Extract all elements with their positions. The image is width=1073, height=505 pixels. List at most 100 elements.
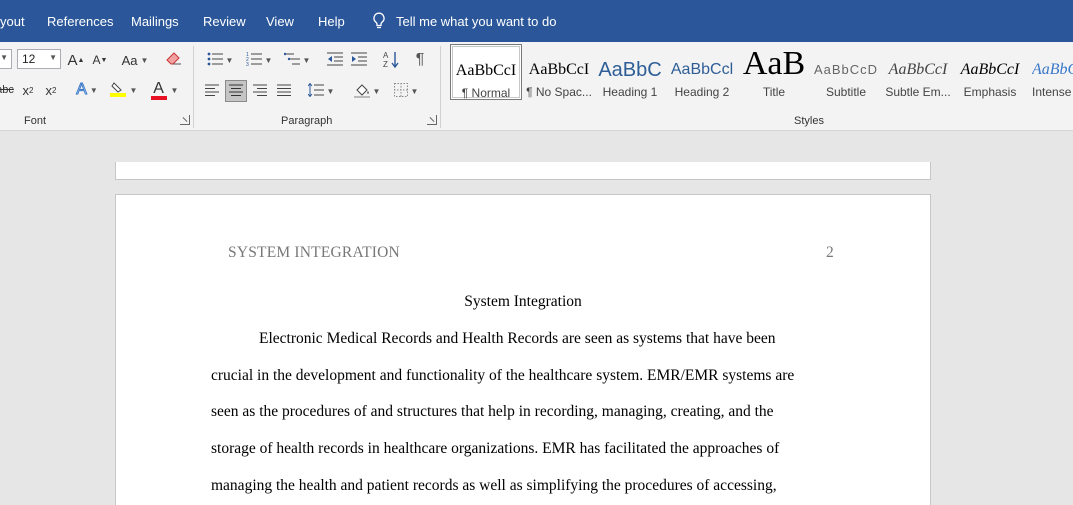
style-title[interactable]: AaB Title [738, 44, 810, 100]
highlighter-icon [109, 80, 127, 101]
shrink-font-button[interactable]: A ▼ [90, 50, 110, 70]
shrink-font-icon: A [92, 53, 101, 67]
font-name-dropdown[interactable]: ▼ [0, 49, 12, 69]
style-heading-2[interactable]: AaBbCcl Heading 2 [666, 44, 738, 100]
text-effects-icon: A [76, 81, 88, 99]
borders-button[interactable]: ▼ [389, 80, 423, 102]
justify-icon [277, 84, 291, 99]
style-preview: AaBbCcI [528, 61, 590, 78]
lightbulb-icon [372, 12, 386, 30]
numbering-icon: 123 [246, 52, 262, 69]
style-no-spacing[interactable]: AaBbCcI ¶ No Spac... [523, 44, 595, 100]
tab-mailings[interactable]: Mailings [131, 14, 179, 29]
superscript-button[interactable]: x2 [41, 80, 61, 100]
style-name: ¶ Normal [461, 86, 511, 100]
group-separator [440, 46, 441, 128]
style-preview: AaBbC [598, 59, 662, 81]
change-case-icon: Aa [121, 52, 138, 68]
style-preview: AaBbCcI [960, 61, 1020, 78]
align-right-button[interactable] [249, 80, 271, 102]
ribbon-tab-bar: yout References Mailings Review View Hel… [0, 0, 1073, 42]
clear-formatting-button[interactable] [163, 50, 185, 70]
ribbon: ▼ 12 ▼ A▲ A▼ Aa▼ abc x2 x2 A▼ ▼ A ▼ [0, 42, 1073, 131]
page-number: 2 [826, 244, 834, 261]
sort-icon: AZ [383, 50, 399, 71]
borders-icon [393, 82, 408, 100]
body-text-line: crucial in the development and functiona… [211, 367, 795, 384]
increase-indent-button[interactable] [348, 50, 370, 70]
svg-text:Z: Z [383, 60, 388, 68]
style-name: ¶ No Spac... [526, 85, 592, 99]
style-name: Heading 1 [602, 85, 658, 99]
body-text-line: storage of health records in healthcare … [211, 440, 780, 457]
tab-review[interactable]: Review [203, 14, 246, 29]
tab-references[interactable]: References [47, 14, 113, 29]
decrease-indent-button[interactable] [324, 50, 346, 70]
subscript-button[interactable]: x2 [18, 80, 38, 100]
running-head: SYSTEM INTEGRATION [228, 244, 400, 261]
tab-view[interactable]: View [266, 14, 294, 29]
tab-help[interactable]: Help [318, 14, 345, 29]
strikethrough-button[interactable]: abc [0, 80, 14, 100]
highlight-color-button[interactable]: ▼ [108, 80, 138, 100]
style-intense-emphasis[interactable]: AaBbC Intense [1026, 44, 1073, 100]
change-case-button[interactable]: Aa ▼ [118, 50, 152, 70]
style-name: Title [762, 85, 786, 99]
svg-text:3: 3 [246, 62, 249, 66]
align-left-button[interactable] [201, 80, 223, 102]
style-name: Heading 2 [674, 85, 730, 99]
chevron-down-icon: ▼ [49, 53, 57, 62]
font-color-swatch [150, 96, 167, 100]
previous-page-bottom [115, 162, 931, 180]
font-size-dropdown[interactable]: 12 ▼ [17, 49, 61, 69]
highlight-swatch [109, 92, 126, 97]
body-text-line: managing the health and patient records … [211, 477, 777, 494]
sort-button[interactable]: AZ [380, 50, 402, 70]
body-text-line: seen as the procedures of and structures… [211, 403, 774, 420]
line-spacing-button[interactable]: ▼ [304, 80, 338, 102]
svg-text:A: A [383, 51, 389, 60]
style-preview: AaBbCcl [670, 61, 734, 78]
styles-group-label: Styles [794, 115, 824, 127]
grow-font-icon: A [67, 51, 78, 69]
bullets-button[interactable]: ▼ [203, 50, 237, 70]
tab-layout[interactable]: yout [0, 14, 25, 29]
tell-me-search[interactable]: Tell me what you want to do [372, 11, 556, 31]
font-dialog-launcher[interactable] [180, 115, 190, 125]
style-emphasis[interactable]: AaBbCcI Emphasis [954, 44, 1026, 100]
style-heading-1[interactable]: AaBbC Heading 1 [594, 44, 666, 100]
numbering-button[interactable]: 123 ▼ [242, 50, 276, 70]
style-preview: AaBbC [1032, 61, 1073, 78]
align-center-icon [229, 84, 243, 99]
style-preview: AaBbCcI [888, 61, 948, 78]
paragraph-dialog-launcher[interactable] [427, 115, 437, 125]
multilevel-list-button[interactable]: ▼ [280, 50, 314, 70]
style-name: Emphasis [963, 85, 1017, 99]
line-spacing-icon [307, 82, 324, 100]
style-preview: AaBbCcD [813, 62, 879, 77]
style-normal[interactable]: AaBbCcI ¶ Normal [450, 44, 522, 100]
group-separator [193, 46, 194, 128]
decrease-indent-icon [327, 52, 343, 69]
text-effects-button[interactable]: A ▼ [72, 80, 102, 100]
styles-gallery: AaBbCcI ¶ Normal AaBbCcI ¶ No Spac... Aa… [448, 44, 1073, 102]
paragraph-group-label: Paragraph [281, 115, 333, 127]
show-formatting-marks-button[interactable]: ¶ [410, 50, 430, 70]
grow-font-button[interactable]: A ▲ [66, 50, 86, 70]
style-preview: AaB [742, 46, 806, 82]
style-subtle-emphasis[interactable]: AaBbCcI Subtle Em... [882, 44, 954, 100]
align-center-button[interactable] [225, 80, 247, 102]
eraser-icon [166, 51, 182, 70]
document-page[interactable]: SYSTEM INTEGRATION 2 System Integration … [115, 194, 931, 505]
shading-button[interactable]: ▼ [350, 80, 384, 102]
justify-button[interactable] [273, 80, 295, 102]
document-title: System Integration [464, 293, 582, 310]
chevron-down-icon: ▼ [0, 53, 8, 62]
style-preview: AaBbCcI [455, 62, 517, 79]
body-text-line: Electronic Medical Records and Health Re… [259, 330, 776, 347]
bullets-icon [207, 52, 223, 69]
style-subtitle[interactable]: AaBbCcD Subtitle [810, 44, 882, 100]
font-color-icon: A [153, 80, 164, 97]
increase-indent-icon [351, 52, 367, 69]
font-color-button[interactable]: A ▼ [148, 80, 180, 100]
